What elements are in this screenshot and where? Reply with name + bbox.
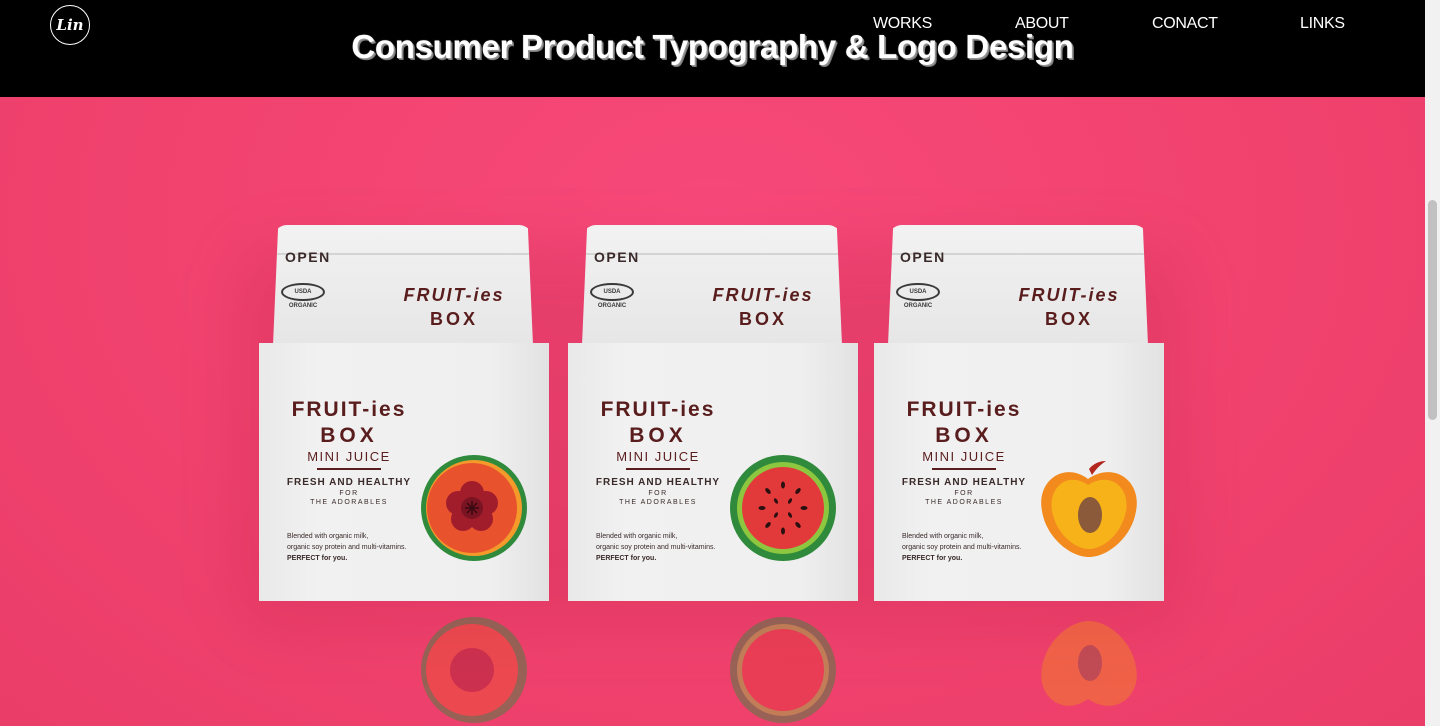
- carton-brand-block: FRUIT-ies BOX MINI JUICE FRESH AND HEALT…: [588, 397, 728, 508]
- divider: [626, 468, 690, 470]
- brand-line1: FRUIT-ies: [906, 398, 1022, 421]
- product-name: MINI JUICE: [922, 449, 1006, 464]
- tagline: FRESH AND HEALTHY: [595, 477, 721, 488]
- brand-line2: BOX: [935, 424, 993, 447]
- page-title: Consumer Product Typography & Logo Desig…: [0, 28, 1425, 66]
- brand-line2: BOX: [1044, 309, 1093, 329]
- carton-top-brand: FRUIT-ies BOX: [1004, 283, 1134, 331]
- apricot-icon: [1041, 461, 1137, 557]
- tagline-for: FOR: [339, 490, 359, 497]
- carton-reflection: [568, 605, 858, 726]
- brand-line1: FRUIT-ies: [1018, 285, 1120, 305]
- carton-reflection: [874, 605, 1164, 726]
- brand-line1: FRUIT-ies: [600, 398, 716, 421]
- carton-reflection: [259, 605, 549, 726]
- product-showcase-image: OPEN USDA ORGANIC FRUIT-ies BOX FRUIT-ies…: [0, 97, 1425, 726]
- brand-line2: BOX: [629, 424, 687, 447]
- tagline-for: FOR: [648, 490, 668, 497]
- brand-line2: BOX: [320, 424, 378, 447]
- vertical-scrollbar[interactable]: [1425, 0, 1440, 726]
- watermelon-icon: [730, 617, 836, 723]
- divider: [932, 468, 996, 470]
- carton-brand-block: FRUIT-ies BOX MINI JUICE FRESH AND HEALT…: [894, 397, 1034, 508]
- apricot-icon: [1041, 621, 1137, 706]
- watermelon-icon: [730, 455, 836, 561]
- plum-icon: [421, 455, 527, 561]
- carton-top-brand: FRUIT-ies BOX: [389, 283, 519, 331]
- usda-organic-badge: USDA ORGANIC: [281, 283, 325, 309]
- plum-icon: [421, 617, 527, 723]
- usda-organic-badge: USDA ORGANIC: [590, 283, 634, 309]
- scrollbar-thumb[interactable]: [1428, 200, 1437, 420]
- brand-line1: FRUIT-ies: [712, 285, 814, 305]
- brand-line2: BOX: [429, 309, 478, 329]
- tagline: FRESH AND HEALTHY: [901, 477, 1027, 488]
- carton-brand-block: FRUIT-ies BOX MINI JUICE FRESH AND HEALT…: [279, 397, 419, 508]
- divider: [317, 468, 381, 470]
- page-title-text: Consumer Product Typography & Logo Desig…: [351, 28, 1074, 65]
- tagline-the: THE ADORABLES: [925, 499, 1003, 506]
- tagline-the: THE ADORABLES: [310, 499, 388, 506]
- tagline-the: THE ADORABLES: [619, 499, 697, 506]
- brand-line1: FRUIT-ies: [291, 398, 407, 421]
- tagline-for: FOR: [954, 490, 974, 497]
- brand-line2: BOX: [738, 309, 787, 329]
- product-name: MINI JUICE: [616, 449, 700, 464]
- brand-line1: FRUIT-ies: [403, 285, 505, 305]
- tagline: FRESH AND HEALTHY: [286, 477, 412, 488]
- carton-open-label: OPEN: [594, 249, 640, 265]
- site-header: Lin WORKS ABOUT CONACT LINKS Consumer Pr…: [0, 0, 1425, 97]
- carton-open-label: OPEN: [900, 249, 946, 265]
- usda-organic-badge: USDA ORGANIC: [896, 283, 940, 309]
- carton-top-brand: FRUIT-ies BOX: [698, 283, 828, 331]
- product-name: MINI JUICE: [307, 449, 391, 464]
- carton-open-label: OPEN: [285, 249, 331, 265]
